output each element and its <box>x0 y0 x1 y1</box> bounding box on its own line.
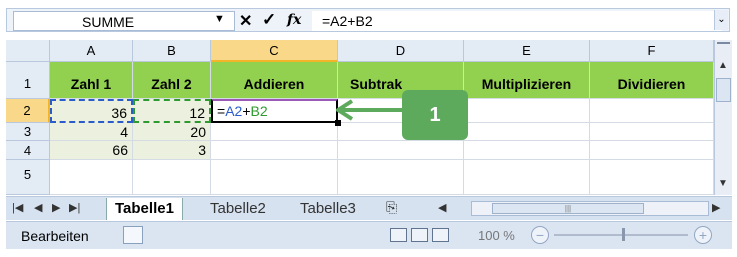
formula-ref-a: A2 <box>225 103 243 119</box>
first-sheet-icon[interactable]: |◀ <box>12 201 23 214</box>
cell-c5[interactable] <box>211 160 338 195</box>
macro-record-icon[interactable] <box>123 226 143 244</box>
page-break-view-icon[interactable] <box>432 228 449 242</box>
cell-c1[interactable]: Addieren <box>211 62 338 99</box>
column-header-b[interactable]: B <box>133 40 211 62</box>
prev-sheet-icon[interactable]: ◀ <box>34 201 42 214</box>
formula-input[interactable]: =A2+B2 <box>312 11 722 31</box>
name-box[interactable]: SUMME ▼ <box>13 11 235 31</box>
cell-f2[interactable] <box>590 99 714 123</box>
select-all-corner[interactable] <box>6 40 50 62</box>
split-handle[interactable] <box>717 42 730 48</box>
name-box-value: SUMME <box>82 14 135 30</box>
zoom-slider[interactable] <box>554 234 688 236</box>
enter-icon[interactable]: ✓ <box>262 10 276 30</box>
callout-arrow <box>336 99 404 121</box>
cell-f3[interactable] <box>590 123 714 141</box>
cell-e4[interactable] <box>464 141 590 160</box>
cell-b1[interactable]: Zahl 2 <box>133 62 211 99</box>
zoom-in-icon[interactable]: + <box>694 226 712 244</box>
tab-split-icon[interactable]: ◀ <box>438 201 446 214</box>
zoom-slider-thumb[interactable] <box>622 228 625 241</box>
cell-e3[interactable] <box>464 123 590 141</box>
cell-f1[interactable]: Dividieren <box>590 62 714 99</box>
cell-b2[interactable]: 12 <box>133 99 211 123</box>
tab-tabelle3[interactable]: Tabelle3 <box>292 198 364 220</box>
cell-a1[interactable]: Zahl 1 <box>50 62 133 99</box>
row-header-3[interactable]: 3 <box>6 123 50 141</box>
cell-c4[interactable] <box>211 141 338 160</box>
cancel-icon[interactable]: ✕ <box>239 11 252 31</box>
cell-a2[interactable]: 36 <box>50 99 133 123</box>
callout-badge: 1 <box>402 90 468 140</box>
next-sheet-icon[interactable]: ▶ <box>52 201 60 214</box>
cell-e2[interactable] <box>464 99 590 123</box>
sheet-tab-bar: |◀ ◀ ▶ ▶| Tabelle1 Tabelle2 Tabelle3 ⎘ ◀… <box>6 196 732 220</box>
vertical-scrollbar[interactable]: ▲ ▼ <box>714 40 732 195</box>
cell-c3[interactable] <box>211 123 338 141</box>
insert-function-icon[interactable]: fx <box>287 12 301 28</box>
cell-c2-active[interactable]: =A2+B2 <box>211 99 338 123</box>
formula-operator: + <box>242 103 251 119</box>
insert-sheet-icon[interactable]: ⎘ <box>386 199 397 216</box>
vscroll-thumb[interactable] <box>716 78 731 102</box>
cell-f4[interactable] <box>590 141 714 160</box>
row-header-5[interactable]: 5 <box>6 160 50 195</box>
horizontal-scrollbar[interactable]: ||| <box>471 201 709 216</box>
cell-e1[interactable]: Multiplizieren <box>464 62 590 99</box>
cell-d4[interactable] <box>338 141 464 160</box>
column-header-e[interactable]: E <box>464 40 590 62</box>
column-header-c[interactable]: C <box>211 40 338 62</box>
column-header-f[interactable]: F <box>590 40 714 62</box>
column-header-a[interactable]: A <box>50 40 133 62</box>
scroll-down-icon[interactable]: ▼ <box>718 178 728 189</box>
tab-tabelle2[interactable]: Tabelle2 <box>202 198 274 220</box>
formula-bar: SUMME ▼ ✕ ✓ fx =A2+B2 ⌄ <box>6 8 730 32</box>
cell-b5[interactable] <box>133 160 211 195</box>
page-layout-view-icon[interactable] <box>411 228 428 242</box>
cell-f5[interactable] <box>590 160 714 195</box>
tab-tabelle1[interactable]: Tabelle1 <box>106 198 183 220</box>
cell-b4[interactable]: 3 <box>133 141 211 160</box>
cell-a4[interactable]: 66 <box>50 141 133 160</box>
scroll-right-icon[interactable]: ▶ <box>712 201 720 214</box>
formula-text: =A2+B2 <box>322 13 373 29</box>
zoom-out-icon[interactable]: − <box>531 226 549 244</box>
formula-equals: = <box>217 103 226 119</box>
chevron-down-icon[interactable]: ▼ <box>214 13 225 25</box>
cell-b3[interactable]: 20 <box>133 123 211 141</box>
zoom-level[interactable]: 100 % <box>478 228 515 243</box>
row-header-1[interactable]: 1 <box>6 62 50 99</box>
normal-view-icon[interactable] <box>390 228 407 242</box>
status-mode: Bearbeiten <box>21 228 89 244</box>
hscroll-thumb[interactable]: ||| <box>492 203 644 214</box>
row-header-2[interactable]: 2 <box>6 99 50 123</box>
status-bar: Bearbeiten 100 % − + <box>6 221 732 249</box>
cell-e5[interactable] <box>464 160 590 195</box>
expand-formula-bar-icon[interactable]: ⌄ <box>714 10 728 30</box>
column-header-d[interactable]: D <box>338 40 464 62</box>
last-sheet-icon[interactable]: ▶| <box>69 201 80 214</box>
cell-a3[interactable]: 4 <box>50 123 133 141</box>
cell-a5[interactable] <box>50 160 133 195</box>
cell-d5[interactable] <box>338 160 464 195</box>
scroll-up-icon[interactable]: ▲ <box>718 60 728 71</box>
formula-ref-b: B2 <box>250 103 268 119</box>
row-header-4[interactable]: 4 <box>6 141 50 160</box>
